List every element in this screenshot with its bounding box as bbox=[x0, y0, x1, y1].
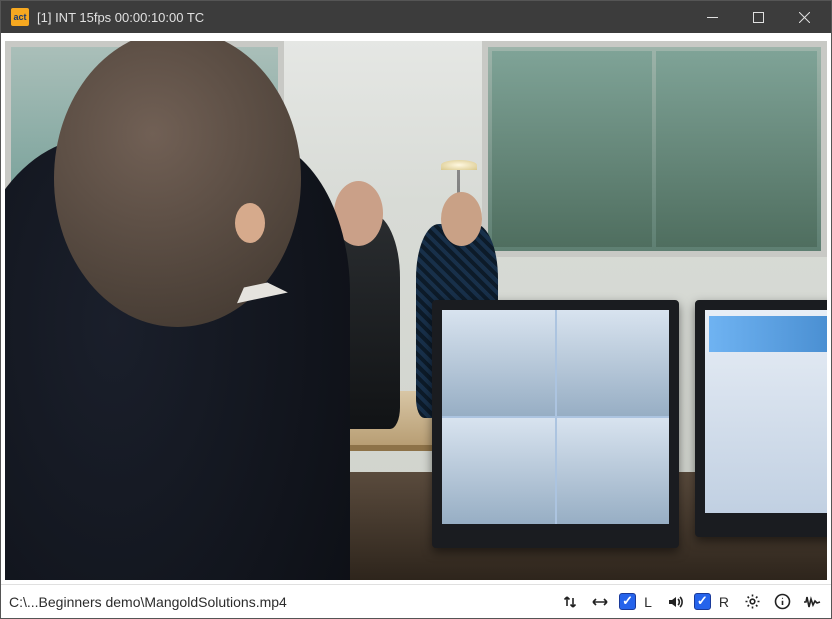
settings-button[interactable] bbox=[741, 591, 763, 613]
file-path: C:\...Beginners demo\MangoldSolutions.mp… bbox=[9, 594, 551, 610]
video-content bbox=[5, 41, 827, 580]
titlebar[interactable]: act [1] INT 15fps 00:00:10:00 TC bbox=[1, 1, 831, 33]
app-icon: act bbox=[11, 8, 29, 26]
video-area bbox=[1, 33, 831, 584]
speaker-icon bbox=[667, 594, 683, 610]
right-channel-checkbox[interactable] bbox=[694, 593, 711, 610]
video-frame[interactable] bbox=[5, 41, 827, 580]
left-channel-checkbox[interactable] bbox=[619, 593, 636, 610]
info-button[interactable] bbox=[771, 591, 793, 613]
maximize-icon bbox=[753, 12, 764, 23]
window-title: [1] INT 15fps 00:00:10:00 TC bbox=[37, 10, 689, 25]
maximize-button[interactable] bbox=[735, 1, 781, 33]
close-icon bbox=[799, 12, 810, 23]
sort-updown-icon bbox=[562, 594, 578, 610]
minimize-icon bbox=[707, 12, 718, 23]
waveform-icon bbox=[803, 594, 821, 610]
speaker-button[interactable] bbox=[664, 591, 686, 613]
expand-horizontal-icon bbox=[591, 594, 609, 610]
sort-button[interactable] bbox=[559, 591, 581, 613]
right-channel-label: R bbox=[719, 594, 729, 610]
waveform-button[interactable] bbox=[801, 591, 823, 613]
minimize-button[interactable] bbox=[689, 1, 735, 33]
video-player-window: act [1] INT 15fps 00:00:10:00 TC bbox=[0, 0, 832, 619]
left-channel-label: L bbox=[644, 594, 652, 610]
info-icon bbox=[774, 593, 791, 610]
statusbar: C:\...Beginners demo\MangoldSolutions.mp… bbox=[1, 584, 831, 618]
expand-button[interactable] bbox=[589, 591, 611, 613]
close-button[interactable] bbox=[781, 1, 827, 33]
gear-icon bbox=[744, 593, 761, 610]
